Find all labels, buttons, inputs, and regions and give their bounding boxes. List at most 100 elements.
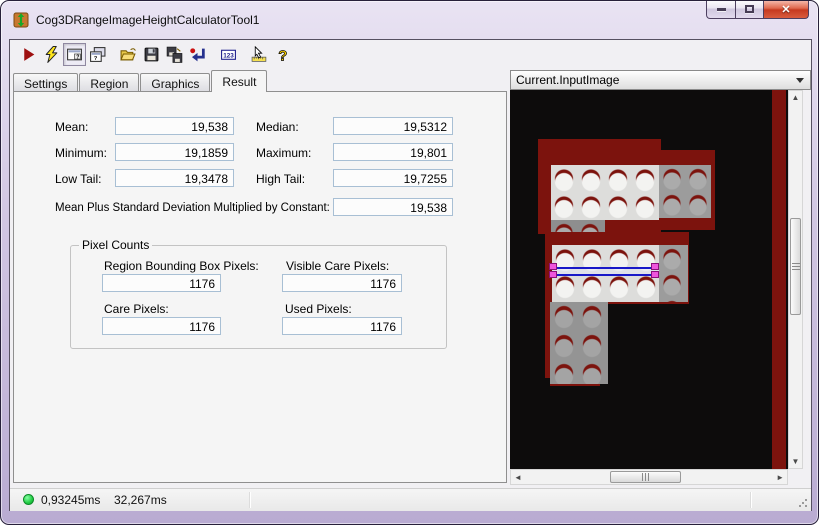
gray-brick — [550, 302, 608, 384]
high-tail-label: High Tail: — [256, 172, 306, 186]
result-tab-page: Mean: 19,538 Median: 19,5312 Minimum: 19… — [13, 91, 507, 483]
display-selector-value: Current.InputImage — [516, 73, 620, 87]
white-brick — [551, 165, 659, 220]
tab-strip: Settings Region Graphics Result — [13, 70, 268, 92]
region-bounding-pixels-field[interactable]: 1176 — [102, 274, 221, 292]
tab-result[interactable]: Result — [211, 70, 268, 92]
caliper-handle[interactable] — [651, 263, 659, 270]
tab-settings[interactable]: Settings — [13, 73, 79, 92]
visible-care-pixels-label: Visible Care Pixels: — [286, 259, 390, 273]
mean-label: Mean: — [55, 120, 89, 134]
numeric-results-button[interactable]: 123 — [217, 43, 240, 66]
low-tail-field[interactable]: 19,3478 — [115, 169, 234, 187]
median-label: Median: — [256, 120, 299, 134]
scroll-left-icon[interactable]: ◄ — [514, 470, 522, 484]
tab-region[interactable]: Region — [79, 73, 140, 92]
svg-text:?: ? — [278, 48, 287, 63]
electric-run-button[interactable] — [40, 43, 63, 66]
vertical-scrollbar[interactable]: ▲ ▼ — [788, 90, 803, 469]
reset-icon — [190, 48, 205, 62]
maximize-button[interactable] — [736, 1, 764, 19]
status-bar: 0,93245ms 32,267ms — [10, 488, 811, 511]
maximum-field[interactable]: 19,801 — [333, 143, 453, 161]
caliper-handle[interactable] — [549, 263, 557, 270]
vertical-scrollbar-thumb[interactable] — [790, 218, 801, 315]
status-ok-icon — [23, 494, 34, 505]
pixel-counts-group: Pixel Counts Region Bounding Box Pixels:… — [70, 238, 447, 349]
help-icon: ? — [278, 48, 288, 63]
mean-field[interactable]: 19,538 — [115, 117, 234, 135]
float-params-window-button[interactable]: ? — [86, 43, 109, 66]
maximize-icon — [745, 5, 754, 13]
status-time-1: 0,93245ms — [41, 493, 101, 507]
horizontal-scrollbar-thumb[interactable] — [610, 471, 681, 483]
toolbar: ? ? 123 ? — [10, 40, 811, 69]
client-area: ? ? 123 ? Settings Region Graphics Resul… — [9, 39, 812, 511]
high-tail-field[interactable]: 19,7255 — [333, 169, 453, 187]
numeric-results-icon: 123 — [221, 49, 236, 60]
care-pixels-label: Care Pixels: — [104, 302, 169, 316]
resize-grip[interactable] — [798, 498, 808, 508]
svg-text:?: ? — [76, 54, 79, 60]
thumb-grip — [791, 263, 800, 270]
caliper-region[interactable] — [553, 267, 659, 276]
open-file-button[interactable] — [117, 43, 140, 66]
electric-run-icon — [45, 46, 58, 63]
scroll-down-icon[interactable]: ▼ — [789, 457, 802, 466]
reset-button[interactable] — [186, 43, 209, 66]
thumb-grip — [642, 473, 649, 481]
pointer-measure-icon — [251, 46, 267, 62]
horizontal-scrollbar[interactable]: ◄ ► — [510, 469, 788, 485]
svg-text:123: 123 — [223, 52, 234, 59]
tab-graphics[interactable]: Graphics — [140, 73, 211, 92]
low-tail-label: Low Tail: — [55, 172, 102, 186]
window-title: Cog3DRangeImageHeightCalculatorTool1 — [36, 13, 260, 27]
title-bar[interactable]: Cog3DRangeImageHeightCalculatorTool1 ✕ — [1, 1, 818, 39]
pixel-counts-legend: Pixel Counts — [82, 238, 150, 252]
minimize-icon — [716, 7, 726, 11]
close-button[interactable]: ✕ — [764, 1, 809, 19]
care-pixels-field[interactable]: 1176 — [102, 317, 221, 335]
save-all-button[interactable] — [163, 43, 186, 66]
visible-care-pixels-field[interactable]: 1176 — [282, 274, 402, 292]
caliper-handle[interactable] — [549, 271, 557, 278]
minimum-label: Minimum: — [55, 146, 108, 160]
scroll-up-icon[interactable]: ▲ — [789, 93, 802, 102]
float-params-window-icon: ? — [90, 47, 106, 62]
range-image-background-region — [772, 90, 786, 469]
region-bounding-pixels-label: Region Bounding Box Pixels: — [104, 259, 259, 273]
status-separator — [750, 492, 751, 508]
minimum-field[interactable]: 19,1859 — [115, 143, 234, 161]
used-pixels-field[interactable]: 1176 — [282, 317, 402, 335]
status-separator — [249, 492, 250, 508]
run-button[interactable] — [17, 43, 40, 66]
image-panel: Current.InputImage ▲ ▼ ◄ ► — [510, 70, 811, 485]
gray-brick — [659, 165, 711, 218]
show-params-window-button[interactable]: ? — [63, 43, 86, 66]
show-params-window-icon: ? — [67, 48, 82, 60]
help-button[interactable]: ? — [271, 43, 294, 66]
window-controls: ✕ — [706, 1, 809, 19]
range-image-display[interactable] — [510, 90, 788, 469]
chevron-down-icon[interactable] — [792, 74, 808, 87]
pointer-measure-button[interactable] — [248, 43, 271, 66]
mean-plus-sd-label: Mean Plus Standard Deviation Multiplied … — [55, 202, 330, 214]
minimize-button[interactable] — [706, 1, 736, 19]
save-file-icon — [144, 47, 159, 62]
status-time-2: 32,267ms — [114, 493, 167, 507]
used-pixels-label: Used Pixels: — [285, 302, 352, 316]
run-icon — [24, 48, 35, 61]
mean-plus-sd-field[interactable]: 19,538 — [333, 198, 453, 216]
caliper-handle[interactable] — [651, 271, 659, 278]
app-icon — [13, 12, 29, 28]
open-file-icon — [120, 48, 136, 61]
scroll-right-icon[interactable]: ► — [776, 470, 784, 484]
gray-brick — [659, 245, 688, 302]
close-icon: ✕ — [781, 3, 791, 16]
tool-window: Cog3DRangeImageHeightCalculatorTool1 ✕ ?… — [0, 0, 819, 525]
save-file-button[interactable] — [140, 43, 163, 66]
maximum-label: Maximum: — [256, 146, 312, 160]
display-selector-dropdown[interactable]: Current.InputImage — [510, 70, 811, 90]
save-all-icon — [166, 46, 183, 63]
median-field[interactable]: 19,5312 — [333, 117, 453, 135]
